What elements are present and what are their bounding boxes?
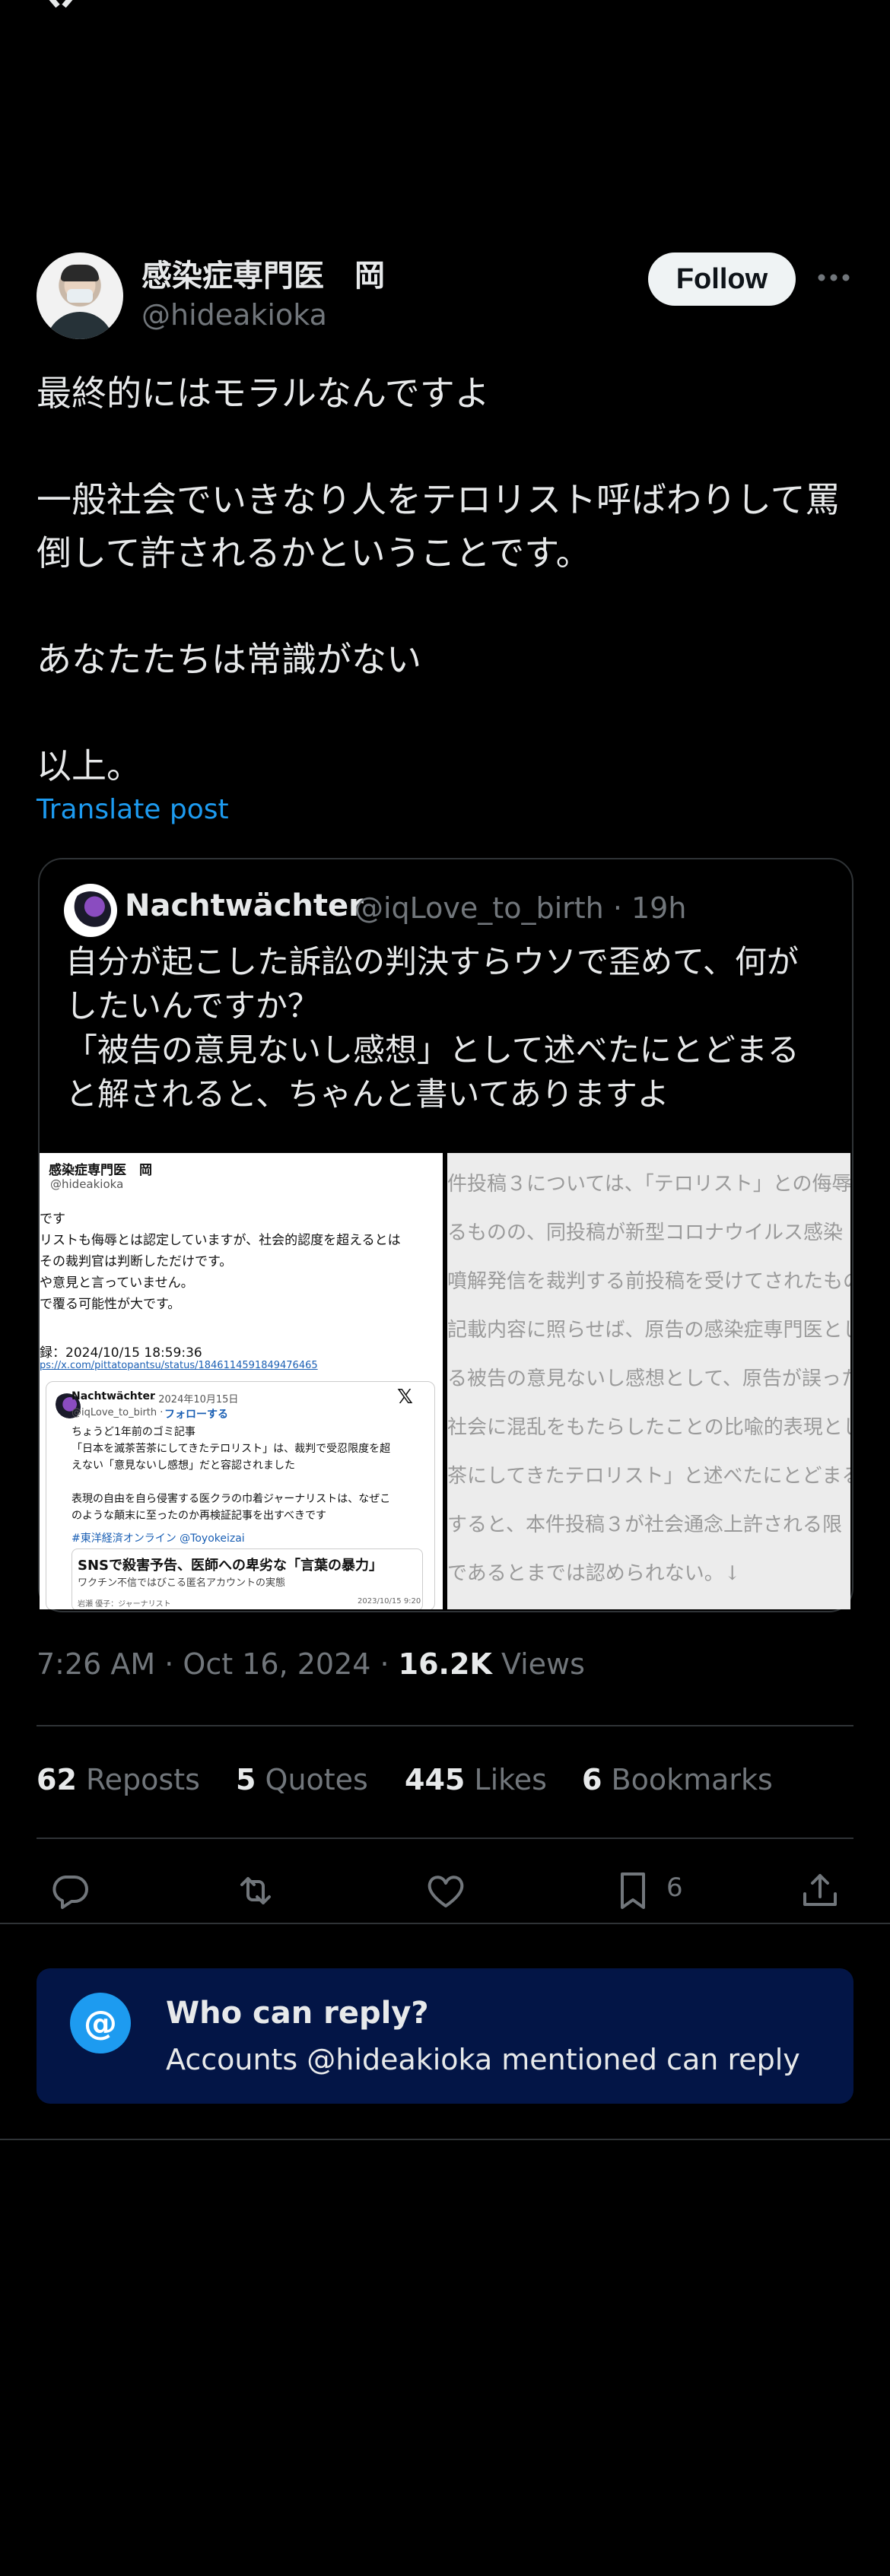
img2-line: 記載内容に照らせば、原告の感染症専門医とし <box>447 1319 850 1342</box>
quoted-author-handle: @iqLove_to_birth <box>354 891 604 925</box>
follow-button[interactable]: Follow <box>648 253 796 306</box>
img1-embed-line: 「日本を滅茶苦茶にしてきたテロリスト」は、裁判で受忍限度を超 <box>72 1443 391 1455</box>
img1-embed-line: のような顛末に至ったのか再検証記事を出すべきです <box>72 1510 327 1522</box>
bookmarks-stat[interactable]: 6 Bookmarks <box>582 1763 773 1796</box>
img1-card-sub: ワクチン不信ではびこる匿名アカウントの実態 <box>78 1577 286 1589</box>
views-count: 16.2K <box>398 1647 492 1681</box>
divider <box>37 1725 853 1726</box>
divider <box>0 1923 890 1924</box>
img1-embed-date: · 2024年10月15日 <box>152 1394 239 1406</box>
img1-link: ps://x.com/pittatopantsu/status/18461145… <box>40 1360 318 1371</box>
timestamp-text: 7:26 AM · Oct 16, 2024 · <box>37 1647 399 1681</box>
translate-post-link[interactable]: Translate post <box>37 794 229 825</box>
img1-embed-tag: #東洋経済オンライン @Toyokeizai <box>72 1533 245 1545</box>
author-avatar[interactable] <box>37 253 123 339</box>
who-can-reply-banner <box>37 1968 853 2104</box>
img2-line: るものの、同投稿が新型コロナウイルス感染 <box>447 1221 844 1244</box>
img1-embed-handle: @iqLove_to_birth · <box>72 1407 164 1418</box>
quoted-image-2[interactable]: 件投稿３については、「テロリスト」との侮辱 るものの、同投稿が新型コロナウイルス… <box>447 1153 850 1609</box>
img1-record: 録：2024/10/15 18:59:36 <box>40 1345 202 1361</box>
reply-icon[interactable] <box>47 1868 93 1914</box>
img1-embed-line: えない「意見ないし感想」だと容認されました <box>72 1460 295 1472</box>
likes-stat[interactable]: 445 Likes <box>405 1763 547 1796</box>
x-logo-icon[interactable] <box>37 0 85 15</box>
share-icon[interactable] <box>797 1868 843 1914</box>
heart-icon[interactable] <box>423 1868 469 1914</box>
quoted-post-time: · 19h <box>603 891 687 925</box>
img1-line: その裁判官は判断しただけです。 <box>40 1254 233 1269</box>
img1-embed-follow: フォローする <box>164 1409 228 1421</box>
reposts-count: 62 <box>37 1763 77 1796</box>
quoted-image-1[interactable]: 感染症専門医 岡 @hideakioka です リストも侮辱とは認定していますが… <box>40 1153 443 1609</box>
img2-line: であるとまでは認められない。↓ <box>447 1562 741 1585</box>
bookmarks-label: Bookmarks <box>602 1763 773 1796</box>
likes-count: 445 <box>405 1763 466 1796</box>
img1-line: で覆る可能性が大です。 <box>40 1297 181 1312</box>
repost-icon[interactable] <box>233 1868 278 1914</box>
at-sign-icon: @ <box>70 1993 131 2053</box>
img1-embed-line: ちょうど1年前のゴミ記事 <box>72 1426 195 1438</box>
quoted-author-avatar[interactable] <box>64 884 117 937</box>
img1-embed-line: 表現の自由を自ら侵害する医クラの巾着ジャーナリストは、なぜこ <box>72 1493 391 1505</box>
img1-x-logo-icon: 𝕏 <box>397 1386 413 1409</box>
img1-line: リストも侮辱とは認定していますが、社会的認度を超えるとは <box>40 1233 401 1248</box>
reposts-label: Reposts <box>76 1763 200 1796</box>
more-horizontal-icon[interactable] <box>815 266 852 289</box>
img2-line: る被告の意見ないし感想として、原告が誤った <box>447 1367 850 1390</box>
reposts-stat[interactable]: 62 Reposts <box>37 1763 200 1796</box>
img1-header-name: 感染症専門医 岡 <box>49 1163 152 1178</box>
author-name[interactable]: 感染症専門医 岡 <box>141 251 385 295</box>
author-handle[interactable]: @hideakioka <box>141 298 327 332</box>
img1-card-date: 2023/10/15 9:20 <box>358 1597 421 1606</box>
who-can-reply-title: Who can reply? <box>166 1996 429 2031</box>
bookmark-icon[interactable] <box>610 1868 656 1914</box>
quotes-count: 5 <box>236 1763 256 1796</box>
img1-line: です <box>40 1212 65 1227</box>
img2-line: 社会に混乱をもたらしたことの比喩的表現とし <box>447 1416 850 1439</box>
quotes-stat[interactable]: 5 Quotes <box>236 1763 368 1796</box>
bookmarks-count: 6 <box>582 1763 602 1796</box>
img1-header-handle: @hideakioka <box>50 1177 124 1191</box>
img2-line: 件投稿３については、「テロリスト」との侮辱 <box>447 1173 850 1196</box>
divider <box>37 1838 853 1839</box>
img2-line: 茶にしてきたテロリスト」と述べたにとどまる <box>447 1465 850 1488</box>
img1-card-title: SNSで殺害予告、医師への卑劣な「言葉の暴力」 <box>78 1558 383 1574</box>
likes-label: Likes <box>465 1763 547 1796</box>
post-timestamp[interactable]: 7:26 AM · Oct 16, 2024 · 16.2K Views <box>37 1647 585 1681</box>
views-label: Views <box>491 1647 585 1681</box>
img1-line: や意見と言っていません。 <box>40 1275 194 1291</box>
quoted-author-name: Nachtwächter <box>125 888 364 923</box>
who-can-reply-subtitle: Accounts @hideakioka mentioned can reply <box>166 2043 800 2076</box>
img2-line: すると、本件投稿３が社会通念上許される限 <box>447 1514 842 1536</box>
img2-line: 噴解発信を裁判する前投稿を受けてされたもの <box>447 1270 850 1293</box>
img1-embed-name: Nachtwächter <box>72 1390 155 1402</box>
divider <box>0 2139 890 2140</box>
quoted-post-text: 自分が起こした訴訟の判決すらウソで歪めて、何がしたいんですか？ 「被告の意見ない… <box>65 943 799 1113</box>
post-text: 最終的にはモラルなんですよ 一般社会でいきなり人をテロリスト呼ばわりして罵倒して… <box>37 373 841 786</box>
bookmark-count: 6 <box>666 1872 683 1903</box>
quotes-label: Quotes <box>256 1763 368 1796</box>
quoted-author-meta: @iqLove_to_birth · 19h <box>354 891 686 925</box>
img1-card-author: 岩瀬 優子：ジャーナリスト <box>78 1600 171 1609</box>
